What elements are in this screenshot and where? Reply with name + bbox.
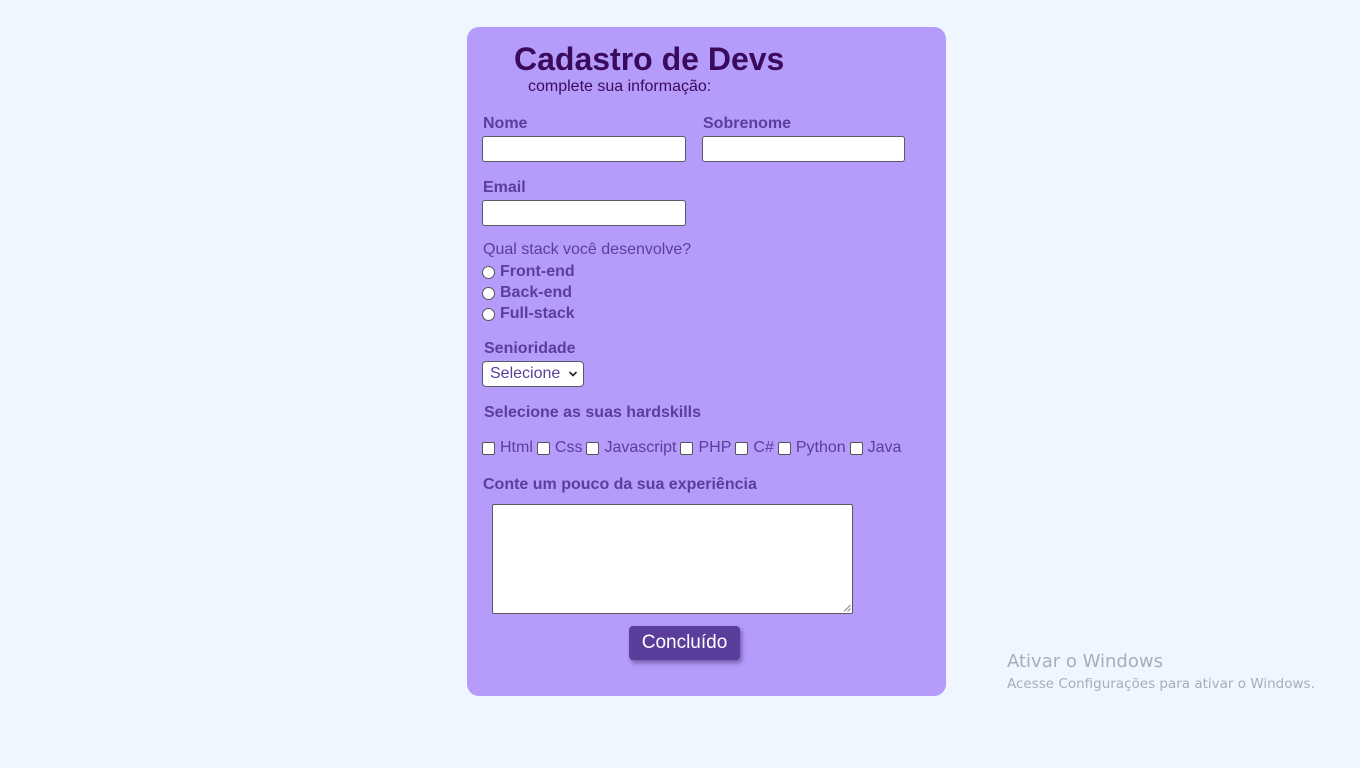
radio-option-back-end[interactable]: Back-end [482, 283, 572, 303]
javascript-checkbox[interactable] [586, 441, 600, 455]
back-end-label: Back-end [500, 284, 573, 301]
experiencia-label: Conte um pouco da sua experiência [483, 476, 757, 493]
back-end-radio[interactable] [482, 286, 495, 300]
hardskill-html[interactable]: Html [482, 439, 533, 457]
resize-grip-icon[interactable] [843, 604, 851, 612]
front-end-label: Front-end [500, 263, 575, 280]
css-label: Css [554, 439, 583, 456]
full-stack-label: Full-stack [500, 305, 575, 322]
nome-label: Nome [483, 115, 528, 132]
hardskill-java[interactable]: Java [849, 439, 902, 457]
experiencia-textarea[interactable] [492, 504, 853, 614]
chevron-down-icon [568, 371, 578, 377]
hardskill-php[interactable]: PHP [680, 439, 731, 457]
hardskill-css[interactable]: Css [536, 439, 583, 457]
senioridade-label: Senioridade [484, 340, 576, 357]
senioridade-select[interactable]: Selecione [482, 361, 584, 387]
hardskills-label: Selecione as suas hardskills [484, 404, 702, 421]
email-label: Email [483, 179, 526, 196]
front-end-radio[interactable] [482, 265, 495, 279]
css-checkbox[interactable] [536, 441, 550, 455]
full-stack-radio[interactable] [482, 307, 495, 321]
form-title: Cadastro de Devs [514, 41, 785, 77]
sobrenome-label: Sobrenome [703, 115, 792, 132]
hardskill-csharp[interactable]: C# [735, 439, 774, 457]
hardskills-checkbox-group: Html Css Javascript PHP C# Python Java [482, 437, 905, 459]
html-label: Html [500, 439, 533, 456]
csharp-label: C# [753, 439, 774, 456]
email-input[interactable] [482, 200, 686, 226]
stack-question: Qual stack você desenvolve? [483, 241, 692, 258]
windows-activation-subtitle: Acesse Configurações para ativar o Windo… [1007, 676, 1315, 692]
senioridade-selected-value: Selecione [490, 365, 561, 382]
windows-activation-title: Ativar o Windows [1007, 651, 1163, 672]
php-checkbox[interactable] [680, 441, 694, 455]
javascript-label: Javascript [604, 439, 677, 456]
python-label: Python [795, 439, 846, 456]
radio-option-full-stack[interactable]: Full-stack [482, 304, 575, 324]
radio-option-front-end[interactable]: Front-end [482, 262, 575, 282]
concluido-button[interactable]: Concluído [629, 626, 740, 660]
csharp-checkbox[interactable] [735, 441, 749, 455]
html-checkbox[interactable] [482, 441, 495, 455]
java-checkbox[interactable] [849, 441, 863, 455]
nome-input[interactable] [482, 136, 686, 162]
hardskill-python[interactable]: Python [777, 439, 846, 457]
php-label: PHP [698, 439, 732, 456]
form-subtitle: complete sua informação: [528, 78, 712, 95]
java-label: Java [867, 439, 902, 456]
registration-form-card: Cadastro de Devs complete sua informação… [467, 27, 946, 696]
sobrenome-input[interactable] [702, 136, 905, 162]
python-checkbox[interactable] [777, 441, 791, 455]
hardskill-javascript[interactable]: Javascript [586, 439, 676, 457]
